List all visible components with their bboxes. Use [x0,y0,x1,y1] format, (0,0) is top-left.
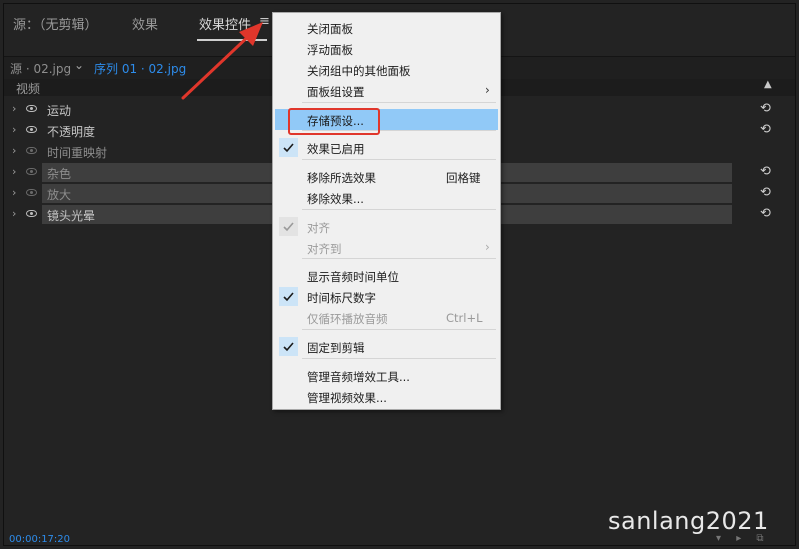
toggle-effect-eye-icon[interactable] [26,126,37,133]
checkmark-icon [279,138,298,157]
menu-separator [302,102,496,103]
reset-icon[interactable]: ⟲ [760,122,771,137]
menu-item: 对齐到 › [275,237,498,258]
video-section-label: 视频 [16,82,41,96]
effect-name: 杂色 [47,167,72,181]
menu-item-shortcut: 回格键 [446,171,481,185]
menu-item[interactable]: 固定到剪辑 [275,336,498,357]
menu-item-label: 管理音频增效工具... [307,370,410,384]
menu-item-label: 关闭组中的其他面板 [307,64,411,78]
menu-item: 对齐 [275,216,498,237]
expand-chevron-icon[interactable]: › [12,186,16,199]
menu-item[interactable]: 管理音频增效工具... [275,365,498,386]
menu-item[interactable]: 效果已启用 [275,137,498,158]
annotation-highlight-box [288,108,380,135]
submenu-arrow-icon: › [485,83,490,97]
menu-item-label: 效果已启用 [307,142,365,156]
checkmark-icon [279,217,298,236]
toggle-effect-eye-icon[interactable] [26,147,37,154]
menu-item[interactable]: 面板组设置 › [275,80,498,101]
effect-name: 放大 [47,188,72,202]
menu-item-label: 面板组设置 [307,85,365,99]
scroll-up-icon[interactable]: ▲ [764,79,772,90]
panel-context-menu: 关闭面板 浮动面板 关闭组中的其他面板 面板组设置 › 存储预设... 效果已启用 移除所选效… [272,12,501,410]
effect-name: 运动 [47,104,72,118]
expand-chevron-icon[interactable]: › [12,123,16,136]
toggle-effect-eye-icon[interactable] [26,189,37,196]
timecode[interactable]: 00:00:17:20 [9,534,70,545]
menu-item[interactable]: 管理视频效果... [275,386,498,407]
effect-name: 不透明度 [47,125,96,139]
reset-icon[interactable]: ⟲ [760,206,771,221]
tab-source[interactable]: 源：（无剪辑） [13,14,98,33]
menu-item[interactable]: 浮动面板 [275,38,498,59]
source-clip-label[interactable]: 源 · 02.jpg [10,60,71,77]
submenu-arrow-icon: › [485,240,490,254]
menu-separator [302,258,496,259]
reset-icon[interactable]: ⟲ [760,185,771,200]
menu-item-label: 浮动面板 [307,43,353,57]
expand-chevron-icon[interactable]: › [12,102,16,115]
menu-separator [302,159,496,160]
menu-item[interactable]: 移除所选效果 回格键 [275,166,498,187]
toggle-effect-eye-icon[interactable] [26,168,37,175]
toggle-effect-eye-icon[interactable] [26,210,37,217]
annotation-arrow-icon [181,22,263,100]
sequence-clip-label[interactable]: 序列 01 · 02.jpg [94,60,186,77]
watermark: sanlang2021 [608,507,769,535]
menu-item-label: 关闭面板 [307,22,353,36]
effect-name: 镜头光晕 [47,209,96,223]
menu-item-label: 固定到剪辑 [307,341,365,355]
menu-item-label: 对齐 [307,221,330,235]
reset-icon[interactable]: ⟲ [760,101,771,116]
menu-item[interactable]: 关闭面板 [275,17,498,38]
effect-name: 时间重映射 [47,146,108,160]
menu-separator [302,209,496,210]
checkmark-icon [279,287,298,306]
menu-item-label: 移除效果... [307,192,364,206]
menu-item[interactable]: 关闭组中的其他面板 [275,59,498,80]
menu-item-label: 管理视频效果... [307,391,387,405]
menu-item-label: 仅循环播放音频 [307,312,388,326]
expand-chevron-icon[interactable]: › [12,144,16,157]
menu-item-label: 对齐到 [307,242,342,256]
menu-separator [302,329,496,330]
menu-item-shortcut: Ctrl+L [446,311,483,325]
toggle-effect-eye-icon[interactable] [26,105,37,112]
menu-item-label: 显示音频时间单位 [307,270,399,284]
menu-item-label: 时间标尺数字 [307,291,376,305]
menu-item[interactable]: 时间标尺数字 [275,286,498,307]
expand-chevron-icon[interactable]: › [12,207,16,220]
menu-item-label: 移除所选效果 [307,171,376,185]
tab-effects[interactable]: 效果 [132,14,158,33]
expand-chevron-icon[interactable]: › [12,165,16,178]
menu-item[interactable]: 移除效果... [275,187,498,208]
chevron-down-icon[interactable]: ⌄ [74,58,84,72]
checkmark-icon [279,337,298,356]
menu-separator [302,358,496,359]
menu-item: 仅循环播放音频 Ctrl+L [275,307,498,328]
menu-item[interactable]: 显示音频时间单位 [275,265,498,286]
reset-icon[interactable]: ⟲ [760,164,771,179]
